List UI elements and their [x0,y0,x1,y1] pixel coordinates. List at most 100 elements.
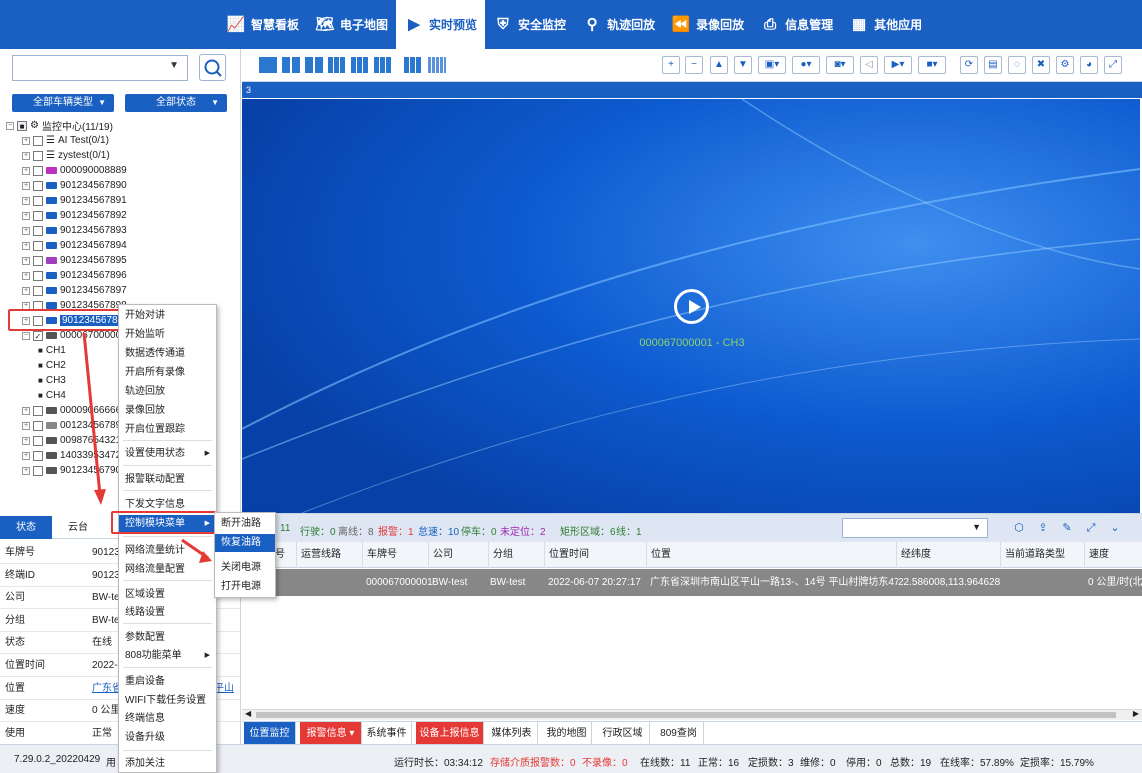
bottom-tab[interactable]: 809查岗 [654,722,704,745]
layout-9-icon[interactable] [374,57,392,73]
tree-group[interactable]: + ☰ zystest(0/1) [22,148,110,163]
bottom-tab[interactable]: 系统事件 [362,722,412,745]
column-header[interactable]: 分组 [488,542,544,568]
tree-vehicle[interactable]: +901234567894 [22,238,127,253]
menu-power-on[interactable]: 打开电源 [215,578,275,596]
table-row[interactable]: 000067000001 BW-test BW-test 2022-06-07 20:… [242,569,1142,596]
save-icon[interactable]: ▤ [984,56,1002,74]
tree-vehicle[interactable]: +001234567899 [22,418,127,433]
tree-vehicle[interactable]: +901234567896 [22,268,127,283]
search-button[interactable] [199,54,226,81]
context-menu-item[interactable]: 终端信息 [119,710,216,728]
double-chevron-down-icon[interactable]: ⌄ [1108,521,1122,535]
context-menu-item[interactable]: 网络流量统计 [119,542,216,560]
context-menu-item[interactable]: WIFI下载任务设置 [119,692,216,710]
arrow-down-icon[interactable]: ▼ [734,56,752,74]
tree-channel[interactable]: ■ CH1 [38,343,66,358]
context-menu-item[interactable]: 线路设置 [119,604,216,622]
snapshot-icon[interactable]: ◙▾ [826,56,854,74]
vehicle-type-filter[interactable]: 全部车辆类型 ▼ [12,94,114,112]
bottom-tab[interactable]: 报警信息 ▾ [300,722,362,745]
expand-icon[interactable]: + [22,181,30,190]
column-header[interactable]: 车牌号 [362,542,428,568]
tree-channel[interactable]: ■ CH4 [38,388,66,403]
expand-icon[interactable]: + [22,286,30,295]
layout-8-icon[interactable] [351,57,369,73]
checkbox[interactable] [33,135,43,146]
checkbox[interactable]: ■ [17,120,27,131]
expand-icon[interactable]: + [22,151,30,160]
context-menu-item[interactable]: 设置使用状态 ▶ [119,445,216,463]
stream-select-icon[interactable]: ●▾ [792,56,820,74]
nav-video-playback[interactable]: ⏪ 录像回放 [663,0,752,49]
edit-icon[interactable]: ✎ [1060,521,1074,535]
mute-icon[interactable]: ◁ [860,56,878,74]
checkbox[interactable] [33,270,43,281]
checkbox[interactable] [33,435,43,446]
expand-icon[interactable]: + [22,226,30,235]
export-icon[interactable]: ⇪ [1036,521,1050,535]
context-menu-item[interactable]: 轨迹回放 [119,383,216,401]
context-menu-item[interactable]: 录像回放 [119,402,216,420]
checkbox[interactable] [33,450,43,461]
expand-icon[interactable]: + [22,136,30,145]
tree-channel[interactable]: ■ CH2 [38,358,66,373]
context-menu-item[interactable]: 开始对讲 [119,307,216,325]
tree-root[interactable]: − ■ ⚙ 监控中心(11/19) [6,118,113,133]
loading-icon[interactable]: ◌ [1008,56,1026,74]
palette-icon[interactable]: ◕ [1080,56,1098,74]
tab-ptz[interactable]: 云台 [52,516,104,539]
column-header[interactable]: 位置时间 [544,542,646,568]
expand-icon[interactable]: ⤢ [1084,521,1098,535]
expand-icon[interactable]: + [22,211,30,220]
checkbox[interactable] [33,240,43,251]
expand-icon[interactable]: + [22,241,30,250]
layout-2-icon[interactable] [282,57,300,73]
checkbox[interactable] [33,180,43,191]
context-menu-item[interactable]: 参数配置 [119,629,216,647]
tab-status[interactable]: 状态 [0,516,52,539]
nav-dashboard[interactable]: 📈 智慧看板 [218,0,307,49]
tree-vehicle[interactable]: +140339534721 [22,448,127,463]
column-header[interactable]: 位置 [646,542,896,568]
context-menu-item[interactable]: 报警联动配置 [119,471,216,489]
info-value-link[interactable]: 平山 [214,678,234,700]
menu-power-off[interactable]: 关闭电源 [215,559,275,577]
context-menu-item[interactable]: 开启位置跟踪 [119,421,216,439]
checkbox[interactable] [33,150,43,161]
context-menu-item[interactable]: 数据透传通道 [119,345,216,363]
expand-icon[interactable]: + [22,256,30,265]
zoom-out-icon[interactable]: − [685,56,703,74]
collapse-icon[interactable]: − [6,121,14,130]
column-header[interactable]: 运营线路 [296,542,362,568]
tree-vehicle[interactable]: +901234567890 [22,178,127,193]
context-menu-item[interactable]: 区域设置 [119,586,216,604]
status-filter[interactable]: 全部状态 ▼ [125,94,227,112]
delete-icon[interactable]: ✖ [1032,56,1050,74]
bottom-tab[interactable]: 设备上报信息 [416,722,484,745]
checkbox[interactable] [33,225,43,236]
fullscreen-icon[interactable]: ⤢ [1104,56,1122,74]
chevron-left-icon[interactable]: ◀ [245,709,251,718]
context-menu-item[interactable]: 设备升级 [119,729,216,747]
vehicle-search-select[interactable]: ▼ [12,55,188,81]
stop-icon[interactable]: ■▾ [918,56,946,74]
context-menu-item[interactable]: 添加关注 [119,755,216,773]
checkbox[interactable] [33,405,43,416]
checkbox[interactable] [33,285,43,296]
settings-icon[interactable]: ⚙ [1056,56,1074,74]
checkbox[interactable] [33,255,43,266]
checkbox[interactable]: ✓ [33,330,43,341]
menu-restore-oil[interactable]: 恢复油路 [215,534,275,552]
layers-icon[interactable]: ⬡ [1012,521,1026,535]
layout-16-icon[interactable] [428,57,446,73]
layout-1-icon[interactable] [259,57,277,73]
checkbox[interactable] [33,420,43,431]
tree-vehicle[interactable]: +901234567892 [22,208,127,223]
filter-select[interactable]: ▼ [842,518,988,538]
tree-vehicle[interactable]: +901234567900 [22,463,127,478]
tree-vehicle[interactable]: +000090008889 [22,163,127,178]
checkbox[interactable] [33,165,43,176]
layout-4-icon[interactable] [305,57,323,73]
tree-channel[interactable]: ■ CH3 [38,373,66,388]
